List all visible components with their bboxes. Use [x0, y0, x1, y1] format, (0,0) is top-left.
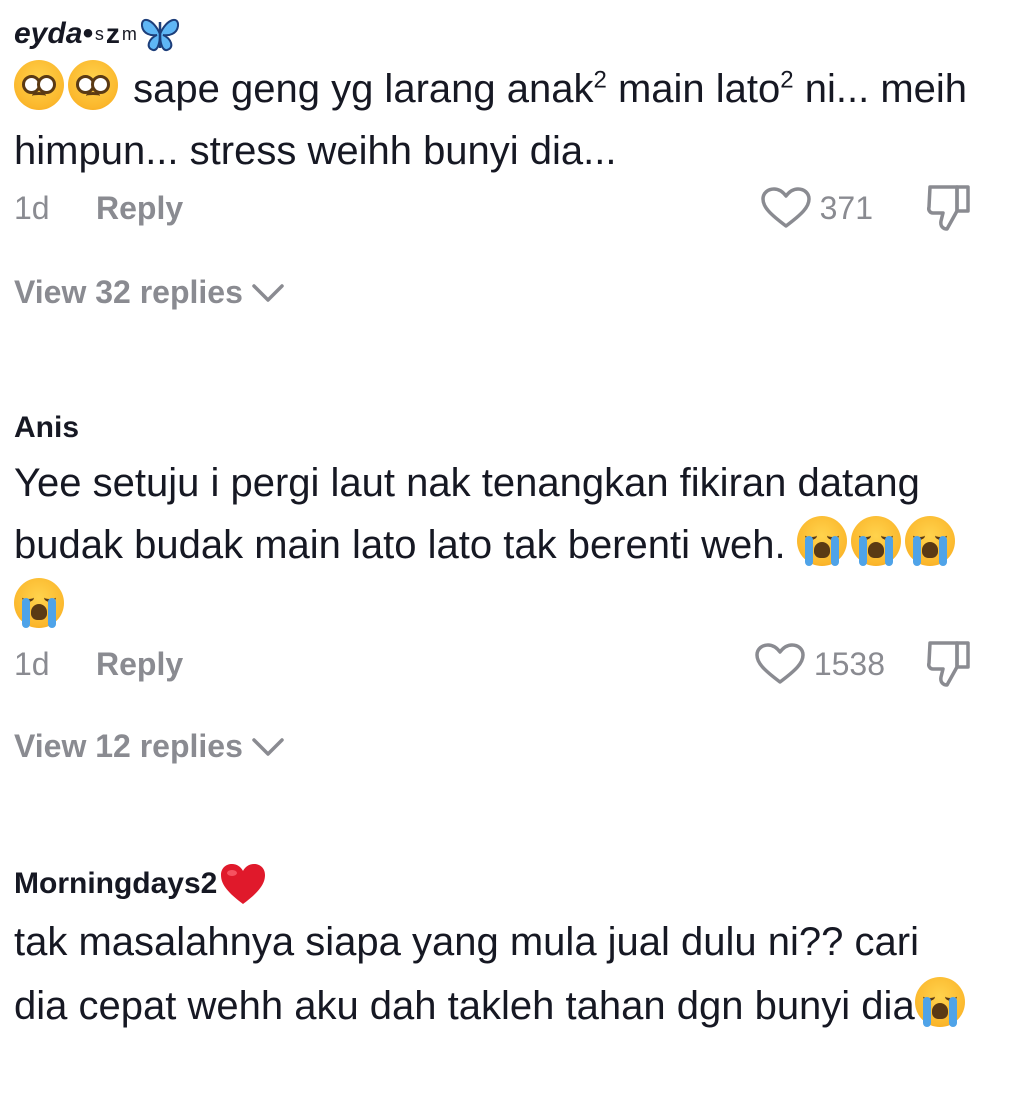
- heart-icon: [755, 643, 805, 684]
- comment-text-part: Yee setuju i pergi laut nak tenangkan fi…: [14, 461, 920, 567]
- view-replies-button[interactable]: View 12 replies: [14, 728, 973, 765]
- pleading-face-emoji: [14, 60, 64, 110]
- loudly-crying-face-emoji: [914, 977, 965, 1027]
- dislike-icon: [927, 641, 970, 687]
- comment-3: Morningdays2 tak masalahnya siapa yang m…: [14, 862, 973, 1038]
- comment-2: Anis Yee setuju i pergi laut nak tenangk…: [14, 408, 973, 765]
- dislike-button[interactable]: [925, 639, 973, 689]
- username-small-m: m: [121, 24, 137, 44]
- loudly-crying-face-emoji: [796, 516, 847, 566]
- dislike-button[interactable]: [925, 183, 973, 233]
- comment-text-part: tak masalahnya siapa yang mula jual dulu…: [14, 920, 919, 1028]
- heart-icon: [760, 187, 811, 228]
- chevron-down-icon: [252, 737, 284, 756]
- comment-text: tak masalahnya siapa yang mula jual dulu…: [14, 910, 973, 1038]
- reply-button[interactable]: Reply: [96, 190, 183, 227]
- comment-username[interactable]: Anis: [14, 408, 973, 448]
- comment-meta: 1d Reply 1538: [14, 641, 973, 687]
- view-replies-label: View 12 replies: [14, 728, 243, 764]
- reply-button[interactable]: Reply: [96, 646, 183, 683]
- butterfly-icon: [140, 18, 179, 52]
- comment-time: 1d: [14, 645, 50, 682]
- comment-text: sape geng yg larang anak2 main lato2 ni.…: [14, 58, 973, 182]
- view-replies-button[interactable]: View 32 replies: [14, 274, 973, 311]
- comment-username[interactable]: eyda• s z m: [14, 14, 973, 54]
- comment-1: eyda• s z m sape geng yg larang anak2 ma…: [14, 14, 973, 311]
- loudly-crying-face-emoji: [14, 578, 64, 628]
- chevron-down-icon: [252, 283, 284, 302]
- comment-username[interactable]: Morningdays2: [14, 862, 973, 906]
- username-small-s: s: [94, 24, 104, 44]
- username-text: Anis: [14, 411, 80, 444]
- like-count: 371: [819, 189, 873, 226]
- view-replies-label: View 32 replies: [14, 274, 243, 310]
- username-z: z: [105, 18, 120, 49]
- comment-meta: 1d Reply 371: [14, 185, 973, 231]
- like-button[interactable]: 371: [760, 186, 873, 230]
- superscript: 2: [780, 66, 794, 94]
- username-text: Morningdays2: [14, 867, 218, 900]
- like-count: 1538: [813, 645, 885, 682]
- comment-text-part: sape geng yg larang anak: [133, 67, 594, 111]
- like-button[interactable]: 1538: [754, 642, 885, 686]
- username-text: eyda•: [14, 17, 93, 50]
- dislike-icon: [927, 185, 970, 231]
- pleading-face-emoji: [68, 60, 118, 110]
- loudly-crying-face-emoji: [850, 516, 901, 566]
- comment-text: Yee setuju i pergi laut nak tenangkan fi…: [14, 452, 973, 638]
- comment-text-part: main lato: [606, 67, 781, 111]
- red-heart-emoji: [221, 864, 266, 904]
- loudly-crying-face-emoji: [904, 516, 955, 566]
- superscript: 2: [593, 66, 607, 94]
- comment-time: 1d: [14, 189, 50, 226]
